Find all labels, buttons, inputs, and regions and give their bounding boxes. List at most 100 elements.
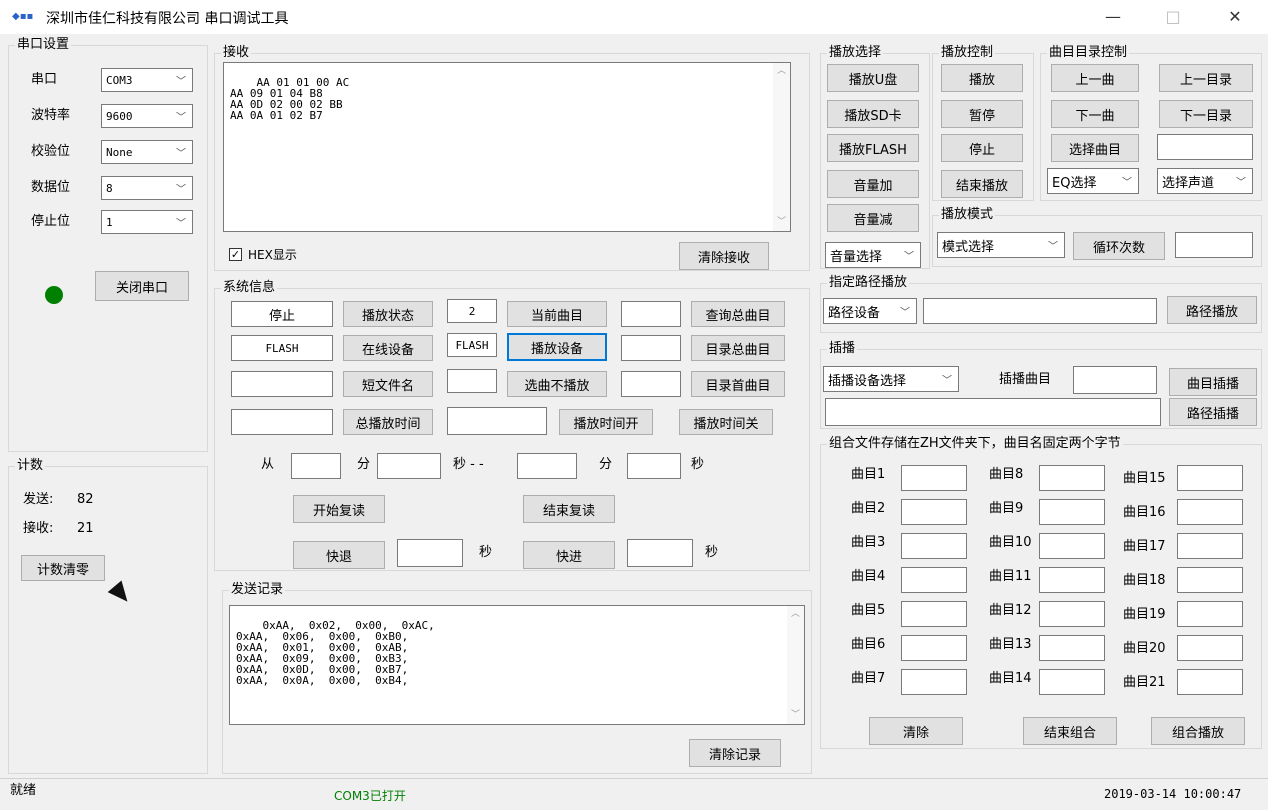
- channel-select[interactable]: 选择声道 ﹀: [1157, 168, 1253, 194]
- scroll-up-icon[interactable]: ︿: [787, 606, 804, 623]
- baud-select[interactable]: 9600 ﹀: [101, 104, 193, 128]
- send-log-scrollbar[interactable]: ︿ ﹀: [787, 606, 804, 724]
- maximize-icon[interactable]: □: [1150, 4, 1196, 30]
- scroll-down-icon[interactable]: ﹀: [787, 707, 804, 724]
- mode-select[interactable]: 模式选择 ﹀: [937, 232, 1065, 258]
- play-state-button[interactable]: 播放状态: [343, 301, 433, 327]
- rewind-seconds-input[interactable]: [397, 539, 463, 567]
- receive-scrollbar[interactable]: ︿ ﹀: [773, 63, 790, 231]
- time-on-button[interactable]: 播放时间开: [559, 409, 653, 435]
- select-noplay-button[interactable]: 选曲不播放: [507, 371, 607, 397]
- insert-track-button[interactable]: 曲目插播: [1169, 368, 1257, 396]
- combo-play-button[interactable]: 组合播放: [1151, 717, 1245, 745]
- combo-end-button[interactable]: 结束组合: [1023, 717, 1117, 745]
- scroll-down-icon[interactable]: ﹀: [773, 214, 790, 231]
- stopbits-select[interactable]: 1 ﹀: [101, 210, 193, 234]
- insert-device-select[interactable]: 插播设备选择 ﹀: [823, 366, 959, 392]
- combo-track-input[interactable]: [1177, 567, 1243, 593]
- path-input[interactable]: [923, 298, 1157, 324]
- combo-track-input[interactable]: [901, 465, 967, 491]
- send-log-textarea[interactable]: 0xAA, 0x02, 0x00, 0xAC, 0xAA, 0x06, 0x00…: [229, 605, 805, 725]
- insert-path-input[interactable]: [825, 398, 1161, 426]
- time-off-button[interactable]: 播放时间关: [679, 409, 773, 435]
- scroll-up-icon[interactable]: ︿: [773, 63, 790, 80]
- to-minute-input[interactable]: [517, 453, 577, 479]
- combo-track-input[interactable]: [901, 499, 967, 525]
- play-button[interactable]: 播放: [941, 64, 1023, 92]
- end-play-button[interactable]: 结束播放: [941, 170, 1023, 198]
- combo-track-input[interactable]: [1177, 635, 1243, 661]
- forward-seconds-input[interactable]: [627, 539, 693, 567]
- combo-track-input[interactable]: [901, 567, 967, 593]
- select-track-field[interactable]: [447, 369, 497, 393]
- combo-track-input[interactable]: [1039, 601, 1105, 627]
- volume-up-button[interactable]: 音量加: [827, 170, 919, 198]
- volume-down-button[interactable]: 音量减: [827, 204, 919, 232]
- close-port-button[interactable]: 关闭串口: [95, 271, 189, 301]
- total-time-button[interactable]: 总播放时间: [343, 409, 433, 435]
- stop-button[interactable]: 停止: [941, 134, 1023, 162]
- next-track-button[interactable]: 下一曲: [1051, 100, 1139, 128]
- hex-display-checkbox[interactable]: ✓: [229, 248, 242, 261]
- from-second-input[interactable]: [377, 453, 441, 479]
- combo-track-input[interactable]: [1039, 465, 1105, 491]
- time-field[interactable]: [447, 407, 547, 435]
- volume-select[interactable]: 音量选择 ﹀: [825, 242, 921, 268]
- loop-count-button[interactable]: 循环次数: [1073, 232, 1165, 260]
- combo-track-input[interactable]: [901, 669, 967, 695]
- port-select[interactable]: COM3 ﹀: [101, 68, 193, 92]
- short-name-button[interactable]: 短文件名: [343, 371, 433, 397]
- end-repeat-button[interactable]: 结束复读: [523, 495, 615, 523]
- path-device-select[interactable]: 路径设备 ﹀: [823, 298, 917, 324]
- play-flash-button[interactable]: 播放FLASH: [827, 134, 919, 162]
- rewind-button[interactable]: 快退: [293, 541, 385, 569]
- combo-track-input[interactable]: [1039, 669, 1105, 695]
- prev-track-button[interactable]: 上一曲: [1051, 64, 1139, 92]
- minimize-icon[interactable]: —: [1090, 4, 1136, 30]
- clear-receive-button[interactable]: 清除接收: [679, 242, 769, 270]
- combo-track-input[interactable]: [1039, 567, 1105, 593]
- eq-select[interactable]: EQ选择 ﹀: [1047, 168, 1139, 194]
- insert-path-button[interactable]: 路径插播: [1169, 398, 1257, 426]
- start-repeat-button[interactable]: 开始复读: [293, 495, 385, 523]
- parity-select[interactable]: None ﹀: [101, 140, 193, 164]
- play-udisk-button[interactable]: 播放U盘: [827, 64, 919, 92]
- combo-track-input[interactable]: [1039, 635, 1105, 661]
- combo-track-input[interactable]: [1039, 533, 1105, 559]
- current-track-button[interactable]: 当前曲目: [507, 301, 607, 327]
- close-icon[interactable]: ✕: [1212, 4, 1258, 30]
- combo-track-input[interactable]: [1039, 499, 1105, 525]
- online-device-button[interactable]: 在线设备: [343, 335, 433, 361]
- clear-count-button[interactable]: 计数清零: [21, 555, 105, 581]
- play-sd-button[interactable]: 播放SD卡: [827, 100, 919, 128]
- play-device-button[interactable]: 播放设备: [507, 333, 607, 361]
- select-track-button[interactable]: 选择曲目: [1051, 134, 1139, 162]
- path-play-button[interactable]: 路径播放: [1167, 296, 1257, 324]
- combo-track-input[interactable]: [1177, 465, 1243, 491]
- combo-track-input[interactable]: [1177, 669, 1243, 695]
- combo-track-input[interactable]: [1177, 533, 1243, 559]
- to-second-input[interactable]: [627, 453, 681, 479]
- prev-dir-button[interactable]: 上一目录: [1159, 64, 1253, 92]
- receive-textarea[interactable]: AA 01 01 00 AC AA 09 01 04 B8 AA 0D 02 0…: [223, 62, 791, 232]
- port-label: 串口: [31, 72, 58, 87]
- loop-count-input[interactable]: [1175, 232, 1253, 258]
- dir-total-button[interactable]: 目录总曲目: [691, 335, 785, 361]
- clear-log-button[interactable]: 清除记录: [689, 739, 781, 767]
- combo-track-input[interactable]: [901, 601, 967, 627]
- combo-track-input[interactable]: [1177, 601, 1243, 627]
- next-dir-button[interactable]: 下一目录: [1159, 100, 1253, 128]
- from-minute-input[interactable]: [291, 453, 341, 479]
- query-total-button[interactable]: 查询总曲目: [691, 301, 785, 327]
- forward-button[interactable]: 快进: [523, 541, 615, 569]
- databits-select[interactable]: 8 ﹀: [101, 176, 193, 200]
- dir-first-button[interactable]: 目录首曲目: [691, 371, 785, 397]
- combo-track-input[interactable]: [901, 635, 967, 661]
- select-track-input[interactable]: [1157, 134, 1253, 160]
- combo-clear-button[interactable]: 清除: [869, 717, 963, 745]
- total-time-field: [231, 409, 333, 435]
- combo-track-input[interactable]: [1177, 499, 1243, 525]
- pause-button[interactable]: 暂停: [941, 100, 1023, 128]
- combo-track-input[interactable]: [901, 533, 967, 559]
- insert-track-input[interactable]: [1073, 366, 1157, 394]
